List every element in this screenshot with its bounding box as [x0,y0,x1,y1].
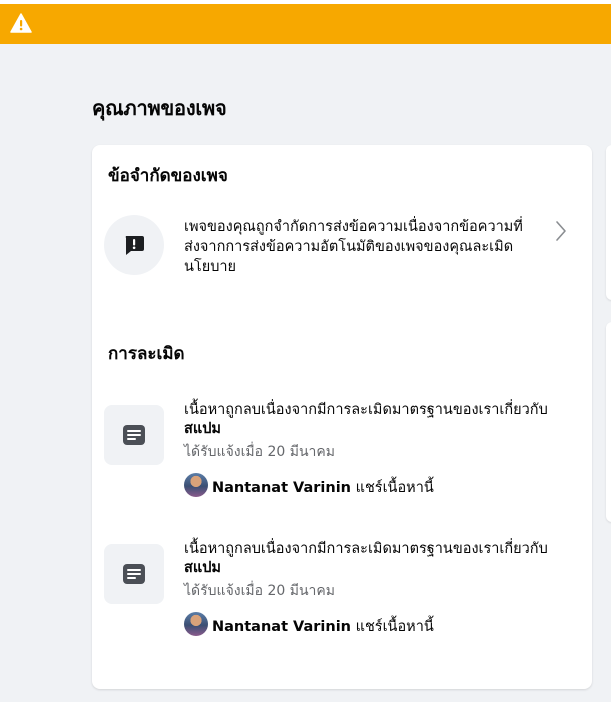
warning-icon [10,13,32,33]
message-alert-icon-container [104,215,164,275]
sharer-name[interactable]: Nantanat Varinin [212,480,351,496]
post-icon-container [104,544,164,604]
page-title: คุณภาพของเพจ [92,96,227,120]
warning-banner [0,4,611,44]
page-limit-text: เพจของคุณถูกจำกัดการส่งข้อความเนื่องจากข… [184,219,523,275]
violation-type: สแปม [184,560,221,576]
limits-section-title: ข้อจำกัดของเพจ [108,166,228,186]
page-quality-card: ข้อจำกัดของเพจ เพจของคุณถูกจำกัดการส่งข้… [92,145,592,689]
violation-item[interactable]: เนื้อหาถูกลบเนื่องจากมีการละเมิดมาตรฐานข… [92,540,592,660]
sharer-action: แชร์เนื้อหานี้ [355,619,434,635]
violation-text-main: เนื้อหาถูกลบเนื่องจากมีการละเมิดมาตรฐานข… [184,402,548,418]
chevron-right-icon[interactable] [554,220,568,242]
violation-item[interactable]: เนื้อหาถูกลบเนื่องจากมีการละเมิดมาตรฐานข… [92,401,592,521]
violation-date: ได้รับแจ้งเมื่อ 20 มีนาคม [184,583,335,599]
sharer-name[interactable]: Nantanat Varinin [212,619,351,635]
sharer-action: แชร์เนื้อหานี้ [355,480,434,496]
violation-date: ได้รับแจ้งเมื่อ 20 มีนาคม [184,444,335,460]
post-icon [123,564,145,584]
page-limit-item[interactable]: เพจของคุณถูกจำกัดการส่งข้อความเนื่องจากข… [92,205,592,285]
sharer-text: Nantanat Varinin แชร์เนื้อหานี้ [212,615,434,638]
violation-text: เนื้อหาถูกลบเนื่องจากมีการละเมิดมาตรฐานข… [184,540,574,578]
avatar[interactable] [184,612,208,636]
avatar[interactable] [184,473,208,497]
violation-type: สแปม [184,421,221,437]
violations-section-title: การละเมิด [108,344,185,364]
side-card-partial [606,145,611,300]
violation-text: เนื้อหาถูกลบเนื่องจากมีการละเมิดมาตรฐานข… [184,401,574,439]
violation-text-main: เนื้อหาถูกลบเนื่องจากมีการละเมิดมาตรฐานข… [184,541,548,557]
post-icon-container [104,405,164,465]
sharer-text: Nantanat Varinin แชร์เนื้อหานี้ [212,476,434,499]
message-alert-icon [125,236,144,255]
page: คุณภาพของเพจ ข้อจำกัดของเพจ เพจของคุณถูก… [0,0,611,702]
side-card-partial [606,322,611,522]
post-icon [123,425,145,445]
